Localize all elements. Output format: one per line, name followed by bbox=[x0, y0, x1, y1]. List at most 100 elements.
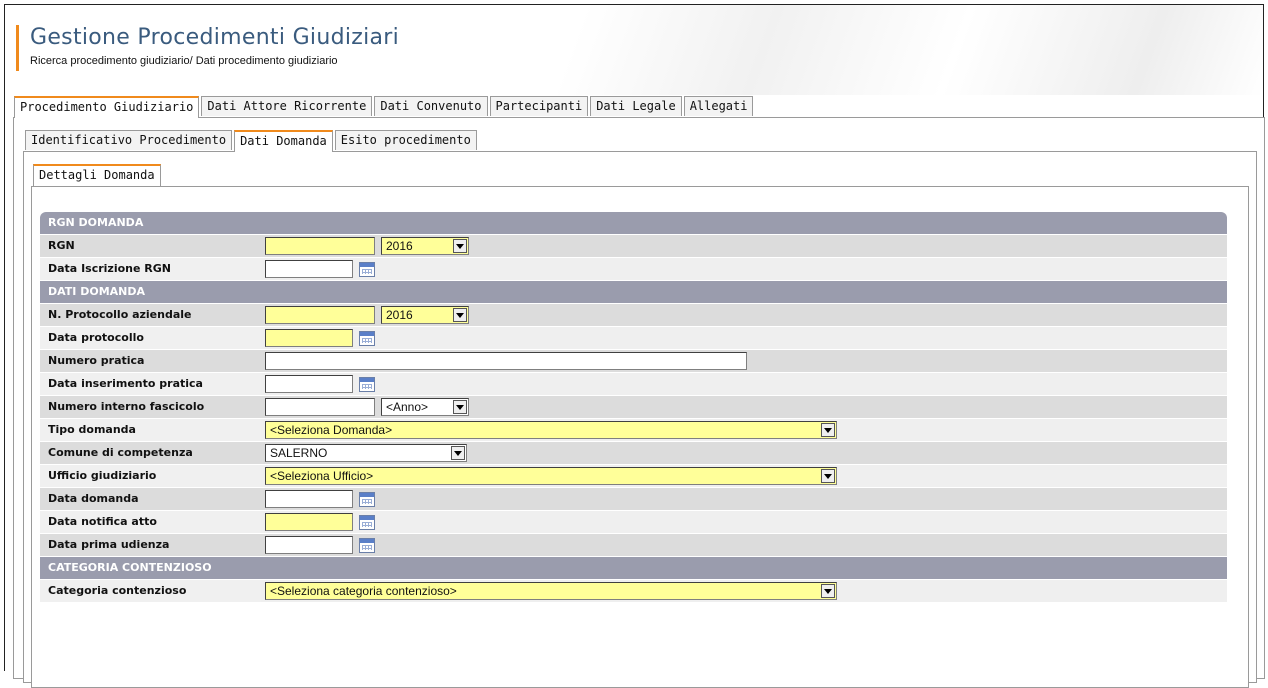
calendar-icon[interactable] bbox=[359, 491, 375, 507]
tab-partecipanti[interactable]: Partecipanti bbox=[489, 96, 589, 116]
row-ufficio: Ufficio giudiziario <Seleziona Ufficio> bbox=[40, 465, 1227, 488]
row-tipo-domanda: Tipo domanda <Seleziona Domanda> bbox=[40, 419, 1227, 442]
numero-interno-year-select[interactable]: <Anno> bbox=[381, 398, 469, 416]
numero-pratica-value bbox=[261, 350, 1227, 372]
data-notifica-input[interactable] bbox=[265, 513, 353, 531]
rgn-input[interactable] bbox=[265, 237, 375, 255]
tab-identificativo-procedimento[interactable]: Identificativo Procedimento bbox=[25, 130, 233, 150]
numero-interno-value: <Anno> bbox=[261, 396, 1227, 418]
tab-dati-domanda[interactable]: Dati Domanda bbox=[234, 130, 333, 152]
data-notifica-label: Data notifica atto bbox=[40, 511, 261, 533]
categoria-select[interactable]: <Seleziona categoria contenzioso> bbox=[265, 582, 837, 600]
data-iscrizione-rgn-input[interactable] bbox=[265, 260, 353, 278]
data-protocollo-value bbox=[261, 327, 1227, 349]
tipo-domanda-label: Tipo domanda bbox=[40, 419, 261, 441]
row-protocollo: N. Protocollo aziendale 2016 bbox=[40, 304, 1227, 327]
comune-select[interactable]: SALERNO bbox=[265, 444, 467, 462]
row-comune: Comune di competenza SALERNO bbox=[40, 442, 1227, 465]
data-udienza-label: Data prima udienza bbox=[40, 534, 261, 556]
comune-label: Comune di competenza bbox=[40, 442, 261, 464]
chevron-down-icon bbox=[821, 469, 835, 483]
tab-dettagli-domanda[interactable]: Dettagli Domanda bbox=[33, 164, 161, 186]
row-data-inserimento: Data inserimento pratica bbox=[40, 373, 1227, 396]
protocollo-year-select[interactable]: 2016 bbox=[381, 306, 469, 324]
row-data-notifica: Data notifica atto bbox=[40, 511, 1227, 534]
tipo-domanda-select[interactable]: <Seleziona Domanda> bbox=[265, 421, 837, 439]
page-title: Gestione Procedimenti Giudiziari bbox=[30, 25, 400, 50]
categoria-label: Categoria contenzioso bbox=[40, 580, 261, 602]
data-iscrizione-rgn-label: Data Iscrizione RGN bbox=[40, 258, 261, 280]
chevron-down-icon bbox=[453, 400, 467, 414]
tab-procedimento-giudiziario[interactable]: Procedimento Giudiziario bbox=[14, 96, 200, 118]
rgn-label: RGN bbox=[40, 235, 261, 257]
row-rgn: RGN 2016 bbox=[40, 235, 1227, 258]
chevron-down-icon bbox=[453, 308, 467, 322]
ufficio-label: Ufficio giudiziario bbox=[40, 465, 261, 487]
breadcrumb: Ricerca procedimento giudiziario/ Dati p… bbox=[30, 55, 338, 67]
chevron-down-icon bbox=[821, 584, 835, 598]
ufficio-selected: <Seleziona Ufficio> bbox=[270, 469, 374, 483]
data-iscrizione-rgn-value bbox=[261, 258, 1227, 280]
categoria-value: <Seleziona categoria contenzioso> bbox=[261, 580, 1227, 602]
calendar-icon[interactable] bbox=[359, 514, 375, 530]
tipo-domanda-value: <Seleziona Domanda> bbox=[261, 419, 1227, 441]
main-tabs: Procedimento Giudiziario Dati Attore Ric… bbox=[14, 96, 755, 118]
numero-interno-label: Numero interno fascicolo bbox=[40, 396, 261, 418]
comune-selected: SALERNO bbox=[270, 446, 328, 460]
numero-pratica-label: Numero pratica bbox=[40, 350, 261, 372]
data-domanda-value bbox=[261, 488, 1227, 510]
data-protocollo-label: Data protocollo bbox=[40, 327, 261, 349]
protocollo-value: 2016 bbox=[261, 304, 1227, 326]
data-inserimento-label: Data inserimento pratica bbox=[40, 373, 261, 395]
tipo-domanda-selected: <Seleziona Domanda> bbox=[270, 423, 393, 437]
data-inserimento-input[interactable] bbox=[265, 375, 353, 393]
calendar-icon[interactable] bbox=[359, 537, 375, 553]
data-udienza-input[interactable] bbox=[265, 536, 353, 554]
calendar-icon[interactable] bbox=[359, 261, 375, 277]
page-header: Gestione Procedimenti Giudiziari Ricerca… bbox=[5, 5, 1263, 95]
numero-pratica-input[interactable] bbox=[265, 352, 747, 370]
rgn-year-select[interactable]: 2016 bbox=[381, 237, 469, 255]
detail-tabs: Dettagli Domanda bbox=[33, 164, 163, 186]
row-data-iscrizione-rgn: Data Iscrizione RGN bbox=[40, 258, 1227, 281]
protocollo-label: N. Protocollo aziendale bbox=[40, 304, 261, 326]
protocollo-input[interactable] bbox=[265, 306, 375, 324]
row-data-protocollo: Data protocollo bbox=[40, 327, 1227, 350]
numero-interno-year-value: <Anno> bbox=[386, 400, 429, 414]
data-protocollo-input[interactable] bbox=[265, 329, 353, 347]
section-rgn-domanda: RGN DOMANDA bbox=[40, 212, 1227, 235]
calendar-icon[interactable] bbox=[359, 330, 375, 346]
protocollo-year-value: 2016 bbox=[386, 308, 413, 322]
tab-dati-convenuto[interactable]: Dati Convenuto bbox=[374, 96, 488, 116]
numero-interno-input[interactable] bbox=[265, 398, 375, 416]
comune-value: SALERNO bbox=[261, 442, 1227, 464]
row-categoria: Categoria contenzioso <Seleziona categor… bbox=[40, 580, 1227, 603]
row-data-udienza: Data prima udienza bbox=[40, 534, 1227, 557]
data-udienza-value bbox=[261, 534, 1227, 556]
row-numero-pratica: Numero pratica bbox=[40, 350, 1227, 373]
categoria-selected: <Seleziona categoria contenzioso> bbox=[270, 584, 457, 598]
header-accent-bar bbox=[16, 25, 19, 71]
data-inserimento-value bbox=[261, 373, 1227, 395]
calendar-icon[interactable] bbox=[359, 376, 375, 392]
data-notifica-value bbox=[261, 511, 1227, 533]
row-numero-interno: Numero interno fascicolo <Anno> bbox=[40, 396, 1227, 419]
section-categoria-contenzioso: CATEGORIA CONTENZIOSO bbox=[40, 557, 1227, 580]
chevron-down-icon bbox=[453, 239, 467, 253]
data-domanda-input[interactable] bbox=[265, 490, 353, 508]
row-data-domanda: Data domanda bbox=[40, 488, 1227, 511]
domanda-form: RGN DOMANDA RGN 2016 Data Iscrizione RGN… bbox=[40, 212, 1227, 603]
tab-dati-attore-ricorrente[interactable]: Dati Attore Ricorrente bbox=[201, 96, 373, 116]
tab-allegati[interactable]: Allegati bbox=[683, 96, 754, 116]
rgn-value: 2016 bbox=[261, 235, 1227, 257]
chevron-down-icon bbox=[451, 446, 465, 460]
sub-tabs: Identificativo Procedimento Dati Domanda… bbox=[25, 130, 479, 152]
ufficio-value: <Seleziona Ufficio> bbox=[261, 465, 1227, 487]
chevron-down-icon bbox=[821, 423, 835, 437]
tab-esito-procedimento[interactable]: Esito procedimento bbox=[334, 130, 477, 150]
tab-dati-legale[interactable]: Dati Legale bbox=[590, 96, 682, 116]
section-dati-domanda: DATI DOMANDA bbox=[40, 281, 1227, 304]
data-domanda-label: Data domanda bbox=[40, 488, 261, 510]
rgn-year-value: 2016 bbox=[386, 239, 413, 253]
ufficio-select[interactable]: <Seleziona Ufficio> bbox=[265, 467, 837, 485]
